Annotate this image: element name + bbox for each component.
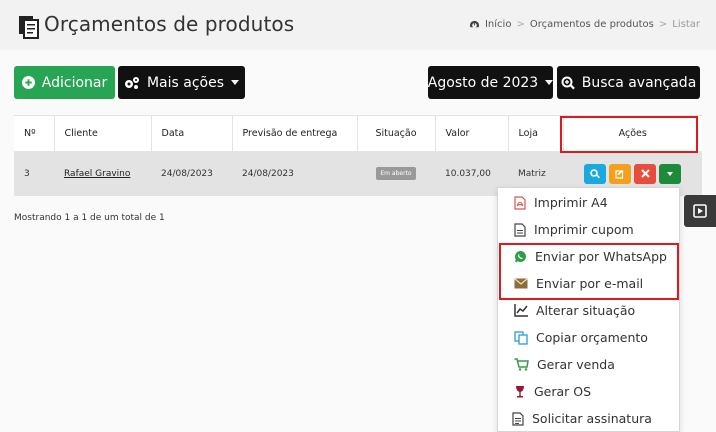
- row-actions: [563, 163, 702, 184]
- month-selector-button[interactable]: Agosto de 2023: [427, 66, 554, 99]
- more-options-dropdown-toggle[interactable]: [659, 163, 681, 184]
- row-actions-dropdown-menu: Imprimir A4 Imprimir cupom Enviar por Wh…: [497, 187, 680, 432]
- status-badge: Em aberto: [376, 167, 416, 181]
- breadcrumb-separator: >: [516, 19, 525, 30]
- add-button-label: Adicionar: [41, 74, 108, 91]
- breadcrumb-section[interactable]: Orçamentos de produtos: [530, 19, 654, 30]
- search-plus-icon: [561, 76, 575, 89]
- cell-data: 24/08/2023: [151, 151, 232, 196]
- edit-button[interactable]: [609, 163, 631, 184]
- caret-down-icon: [231, 80, 240, 85]
- column-header-data[interactable]: Data: [151, 115, 233, 152]
- delete-button[interactable]: [634, 163, 656, 184]
- column-header-previsao[interactable]: Previsão de entrega: [232, 115, 358, 152]
- cell-previsao: 24/08/2023: [232, 151, 357, 196]
- menu-item-print-a4[interactable]: Imprimir A4: [498, 189, 679, 216]
- page-header: Orçamentos de produtos Início > Orçament…: [0, 0, 716, 50]
- menu-item-label: Solicitar assinatura: [532, 411, 652, 426]
- close-icon: [640, 169, 650, 178]
- edit-icon: [615, 169, 624, 179]
- column-header-situacao[interactable]: Situação: [357, 115, 436, 152]
- add-button[interactable]: Adicionar: [14, 66, 115, 99]
- caret-down-icon: [545, 80, 554, 85]
- more-actions-label: Mais ações: [146, 74, 225, 91]
- breadcrumb-separator: >: [658, 19, 668, 30]
- menu-item-label: Imprimir cupom: [534, 222, 634, 237]
- breadcrumb-home[interactable]: Início: [485, 19, 511, 30]
- month-label: Agosto de 2023: [427, 74, 539, 91]
- menu-item-label: Gerar venda: [537, 357, 615, 372]
- copy-icon: [514, 330, 528, 345]
- advanced-search-label: Busca avançada: [581, 74, 697, 91]
- breadcrumb-current: Listar: [672, 19, 700, 30]
- cell-situacao: Em aberto: [357, 151, 435, 196]
- cell-numero: 3: [14, 151, 54, 196]
- line-chart-icon: [514, 304, 528, 317]
- side-panel-toggle[interactable]: [684, 195, 716, 227]
- menu-item-change-status[interactable]: Alterar situação: [498, 297, 679, 324]
- search-icon: [590, 168, 600, 179]
- file-text-icon: [512, 411, 524, 426]
- file-icon: [514, 222, 526, 237]
- pagination-info: Mostrando 1 a 1 de um total de 1: [14, 213, 165, 223]
- breadcrumb: Início > Orçamentos de produtos > Listar: [469, 19, 700, 30]
- menu-item-label: Imprimir A4: [534, 195, 608, 210]
- menu-item-print-receipt[interactable]: Imprimir cupom: [498, 216, 679, 243]
- menu-item-copy-budget[interactable]: Copiar orçamento: [498, 324, 679, 351]
- cart-icon: [514, 358, 529, 371]
- page-title: Orçamentos de produtos: [44, 12, 295, 36]
- column-header-loja[interactable]: Loja: [508, 115, 564, 152]
- menu-item-generate-sale[interactable]: Gerar venda: [498, 351, 679, 378]
- menu-item-label: Alterar situação: [536, 303, 636, 318]
- play-square-icon: [693, 204, 707, 218]
- wine-icon: [516, 385, 524, 397]
- column-header-cliente[interactable]: Cliente: [54, 115, 152, 152]
- menu-item-label: Copiar orçamento: [536, 330, 648, 345]
- send-options-highlight-box: [499, 243, 679, 300]
- dashboard-icon: [469, 20, 480, 30]
- gears-icon: [124, 76, 139, 89]
- column-header-numero[interactable]: Nº: [14, 115, 55, 152]
- acoes-highlight-box: [560, 116, 698, 153]
- documents-icon: [19, 16, 39, 39]
- menu-item-request-signature[interactable]: Solicitar assinatura: [498, 405, 679, 432]
- pdf-icon: [514, 195, 526, 210]
- plus-circle-icon: [21, 76, 35, 89]
- cell-cliente-link[interactable]: Rafael Gravino: [54, 151, 151, 196]
- menu-item-generate-os[interactable]: Gerar OS: [498, 378, 679, 405]
- menu-item-label: Gerar OS: [534, 384, 592, 399]
- column-header-valor[interactable]: Valor: [435, 115, 509, 152]
- caret-down-icon: [667, 171, 673, 176]
- view-button[interactable]: [584, 163, 606, 184]
- advanced-search-button[interactable]: Busca avançada: [557, 66, 700, 99]
- more-actions-button[interactable]: Mais ações: [118, 66, 245, 99]
